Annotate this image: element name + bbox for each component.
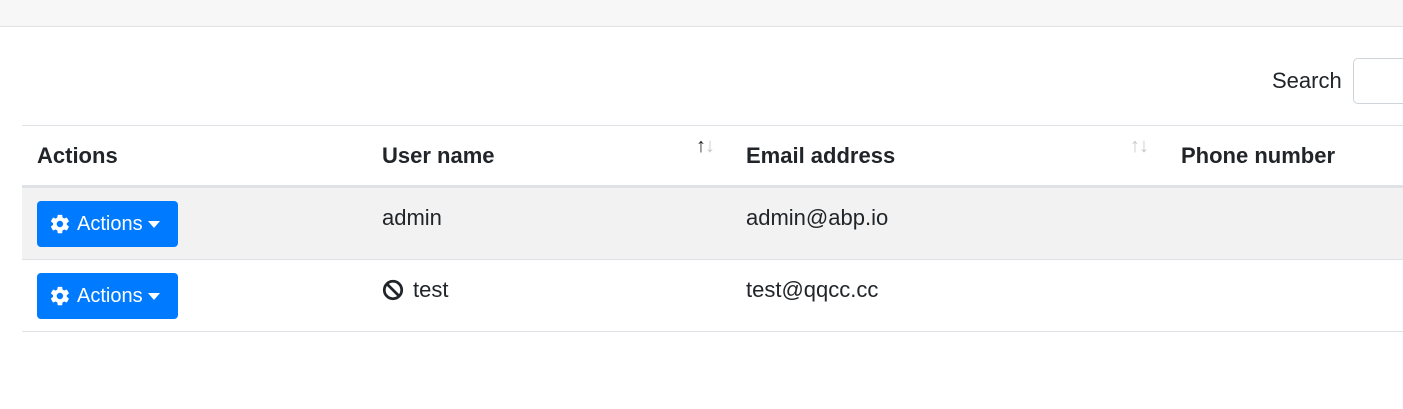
column-header-phone: Phone number	[1181, 143, 1336, 168]
search-area: Search	[1272, 57, 1403, 105]
caret-down-icon	[147, 292, 160, 300]
gear-icon	[50, 286, 69, 306]
cell-user-name: test	[382, 260, 448, 320]
top-bar	[0, 0, 1403, 27]
search-input[interactable]	[1352, 58, 1403, 104]
search-label: Search	[1272, 68, 1342, 93]
user-name-text: test	[413, 277, 449, 302]
sort-icon-user-name[interactable]: ↑↓	[696, 136, 715, 156]
table-row: Actions admin admin@abp.io	[22, 188, 1403, 260]
column-header-actions: Actions	[37, 143, 118, 168]
actions-button-label: Actions	[77, 284, 143, 307]
actions-dropdown-button[interactable]: Actions	[37, 201, 178, 247]
cell-email: admin@abp.io	[746, 205, 889, 230]
actions-button-label: Actions	[77, 212, 143, 235]
table-row: Actions test test@qqcc.cc	[22, 260, 1403, 332]
ban-icon	[382, 279, 404, 301]
column-header-email[interactable]: Email address	[746, 126, 895, 186]
cell-user-name: admin	[382, 205, 442, 230]
caret-down-icon	[147, 220, 160, 228]
cell-email: test@qqcc.cc	[746, 277, 879, 302]
actions-dropdown-button[interactable]: Actions	[37, 273, 178, 319]
column-header-user-name[interactable]: User name	[382, 126, 495, 186]
sort-icon-email[interactable]: ↑↓	[1130, 136, 1149, 156]
users-table: Actions User name ↑↓ Email address ↑↓ Ph…	[22, 125, 1403, 332]
table-header: Actions User name ↑↓ Email address ↑↓ Ph…	[22, 125, 1403, 188]
gear-icon	[50, 214, 69, 234]
